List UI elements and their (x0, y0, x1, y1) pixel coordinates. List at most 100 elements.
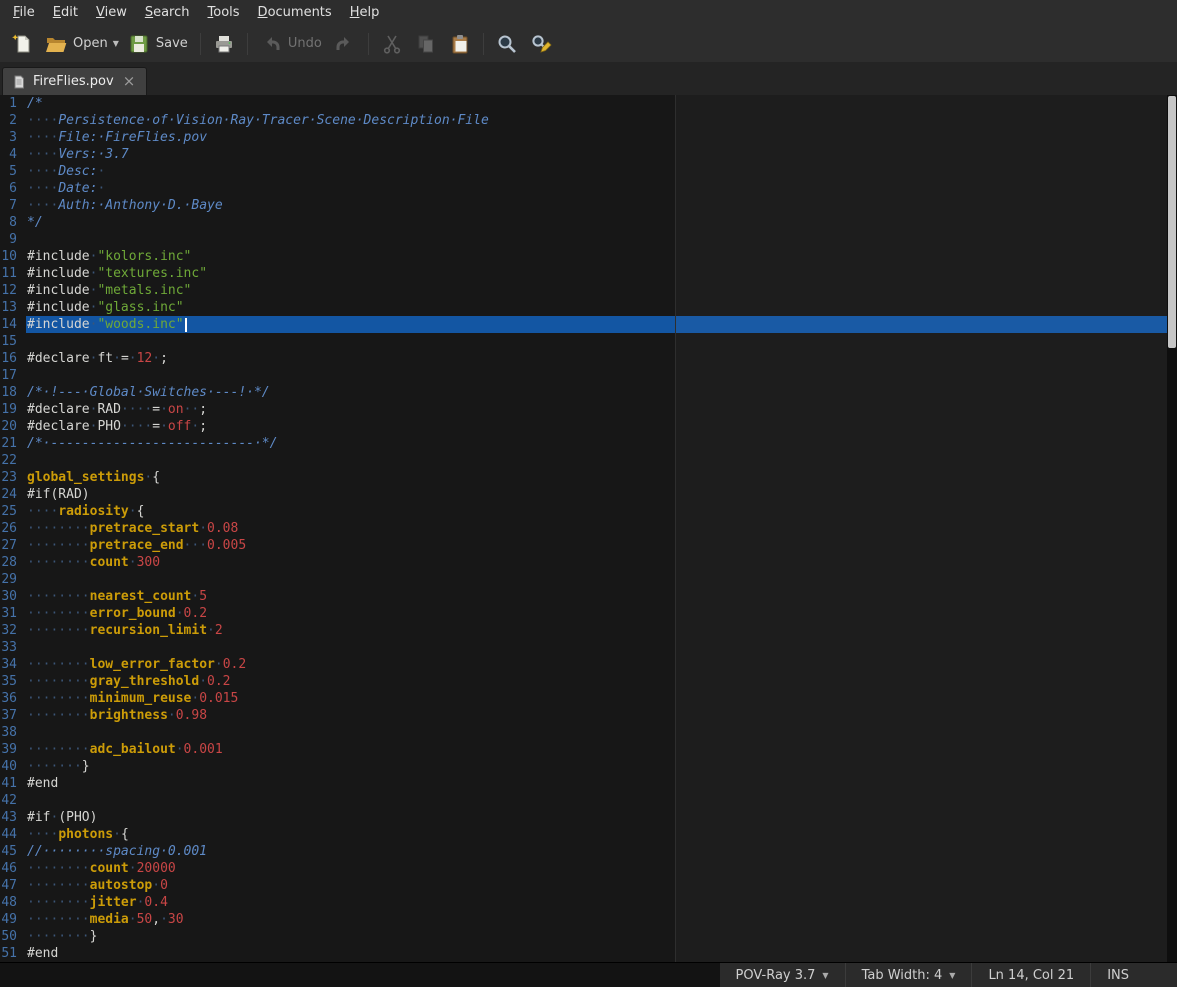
code-line[interactable]: 19#declare·RAD····=·on··; (0, 401, 1177, 418)
code-line[interactable]: 11#include·"textures.inc" (0, 265, 1177, 282)
line-number: 3 (0, 129, 26, 146)
code-line[interactable]: 38 (0, 724, 1177, 741)
code-line[interactable]: 2····Persistence·of·Vision·Ray·Tracer·Sc… (0, 112, 1177, 129)
code-line[interactable]: 8*/ (0, 214, 1177, 231)
code-line[interactable]: 43#if·(PHO) (0, 809, 1177, 826)
print-button[interactable] (207, 29, 241, 59)
find-replace-button[interactable] (524, 29, 558, 59)
menu-edit[interactable]: Edit (44, 2, 87, 23)
code-line[interactable]: 50········} (0, 928, 1177, 945)
code-text: #declare·ft·=·12·; (26, 350, 1177, 367)
code-text: ····Vers:·3.7 (26, 146, 1177, 163)
code-line[interactable]: 40·······} (0, 758, 1177, 775)
code-line[interactable]: 41#end (0, 775, 1177, 792)
code-line[interactable]: 26········pretrace_start·0.08 (0, 520, 1177, 537)
code-line[interactable]: 15 (0, 333, 1177, 350)
line-number: 1 (0, 95, 26, 112)
code-line[interactable]: 16#declare·ft·=·12·; (0, 350, 1177, 367)
scrollbar-thumb[interactable] (1168, 96, 1176, 348)
code-text: ········pretrace_start·0.08 (26, 520, 1177, 537)
open-button[interactable]: Open (39, 29, 114, 59)
menu-view[interactable]: View (87, 2, 136, 23)
code-line[interactable]: 51#end (0, 945, 1177, 962)
menu-file[interactable]: File (4, 2, 44, 23)
code-line[interactable]: 29 (0, 571, 1177, 588)
code-text: #declare·RAD····=·on··; (26, 401, 1177, 418)
code-line[interactable]: 27········pretrace_end···0.005 (0, 537, 1177, 554)
code-line[interactable]: 48········jitter·0.4 (0, 894, 1177, 911)
new-document-button[interactable] (5, 29, 39, 59)
paste-button[interactable] (443, 29, 477, 59)
code-text: #include·"metals.inc" (26, 282, 1177, 299)
vertical-scrollbar[interactable] (1167, 95, 1177, 962)
code-line[interactable]: 44····photons·{ (0, 826, 1177, 843)
code-line[interactable]: 34········low_error_factor·0.2 (0, 656, 1177, 673)
code-line[interactable]: 10#include·"kolors.inc" (0, 248, 1177, 265)
tab-fireflies[interactable]: FireFlies.pov × (2, 67, 147, 95)
code-line[interactable]: 9 (0, 231, 1177, 248)
close-icon[interactable]: × (121, 74, 138, 89)
tab-width-label: Tab Width: 4 (862, 968, 943, 983)
code-line[interactable]: 5····Desc:· (0, 163, 1177, 180)
find-button[interactable] (490, 29, 524, 59)
code-line[interactable]: 24#if(RAD) (0, 486, 1177, 503)
redo-button[interactable] (328, 29, 362, 59)
save-button[interactable]: Save (122, 29, 194, 59)
chevron-down-icon: ▼ (949, 971, 955, 980)
code-line[interactable]: 23global_settings·{ (0, 469, 1177, 486)
open-dropdown-button[interactable]: ▼ (110, 35, 122, 52)
code-text: ····Persistence·of·Vision·Ray·Tracer·Sce… (26, 112, 1177, 129)
code-line[interactable]: 6····Date:· (0, 180, 1177, 197)
chevron-down-icon: ▼ (113, 39, 119, 48)
code-line[interactable]: 32········recursion_limit·2 (0, 622, 1177, 639)
menu-tools[interactable]: Tools (199, 2, 249, 23)
language-selector[interactable]: POV-Ray 3.7 ▼ (720, 963, 845, 987)
code-line[interactable]: 30········nearest_count·5 (0, 588, 1177, 605)
line-number: 20 (0, 418, 26, 435)
print-icon (213, 33, 235, 55)
code-line[interactable]: 20#declare·PHO····=·off·; (0, 418, 1177, 435)
code-line[interactable]: 13#include·"glass.inc" (0, 299, 1177, 316)
code-text: ·······} (26, 758, 1177, 775)
code-line[interactable]: 12#include·"metals.inc" (0, 282, 1177, 299)
code-line[interactable]: 31········error_bound·0.2 (0, 605, 1177, 622)
code-line[interactable]: 47········autostop·0 (0, 877, 1177, 894)
code-line[interactable]: 49········media·50,·30 (0, 911, 1177, 928)
cut-scissors-icon (381, 33, 403, 55)
code-line[interactable]: 36········minimum_reuse·0.015 (0, 690, 1177, 707)
undo-button[interactable]: Undo (254, 29, 328, 59)
toolbar-separator (247, 33, 248, 55)
code-line[interactable]: 14#include·"woods.inc" (0, 316, 1177, 333)
menu-documents[interactable]: Documents (249, 2, 341, 23)
code-line[interactable]: 42 (0, 792, 1177, 809)
editor-area[interactable]: 1/*2····Persistence·of·Vision·Ray·Tracer… (0, 95, 1177, 962)
code-line[interactable]: 4····Vers:·3.7 (0, 146, 1177, 163)
code-line[interactable]: 3····File:·FireFlies.pov (0, 129, 1177, 146)
code-line[interactable]: 39········adc_bailout·0.001 (0, 741, 1177, 758)
copy-button[interactable] (409, 29, 443, 59)
code-line[interactable]: 45//········spacing·0.001 (0, 843, 1177, 860)
line-number: 39 (0, 741, 26, 758)
menu-search[interactable]: Search (136, 2, 199, 23)
code-line[interactable]: 1/* (0, 95, 1177, 112)
code-text: /* (26, 95, 1177, 112)
line-number: 50 (0, 928, 26, 945)
code-line[interactable]: 22 (0, 452, 1177, 469)
line-number: 14 (0, 316, 26, 333)
cut-button[interactable] (375, 29, 409, 59)
code-line[interactable]: 17 (0, 367, 1177, 384)
code-text (26, 792, 1177, 809)
tab-width-selector[interactable]: Tab Width: 4 ▼ (845, 963, 972, 987)
code-line[interactable]: 37········brightness·0.98 (0, 707, 1177, 724)
code-line[interactable]: 18/*·!---·Global·Switches·---!·*/ (0, 384, 1177, 401)
menu-help[interactable]: Help (341, 2, 389, 23)
code-line[interactable]: 25····radiosity·{ (0, 503, 1177, 520)
code-line[interactable]: 28········count·300 (0, 554, 1177, 571)
line-number: 41 (0, 775, 26, 792)
code-line[interactable]: 7····Auth:·Anthony·D.·Baye (0, 197, 1177, 214)
code-line[interactable]: 46········count·20000 (0, 860, 1177, 877)
code-line[interactable]: 35········gray_threshold·0.2 (0, 673, 1177, 690)
code-line[interactable]: 21/*·--------------------------·*/ (0, 435, 1177, 452)
code-line[interactable]: 33 (0, 639, 1177, 656)
code-text: global_settings·{ (26, 469, 1177, 486)
